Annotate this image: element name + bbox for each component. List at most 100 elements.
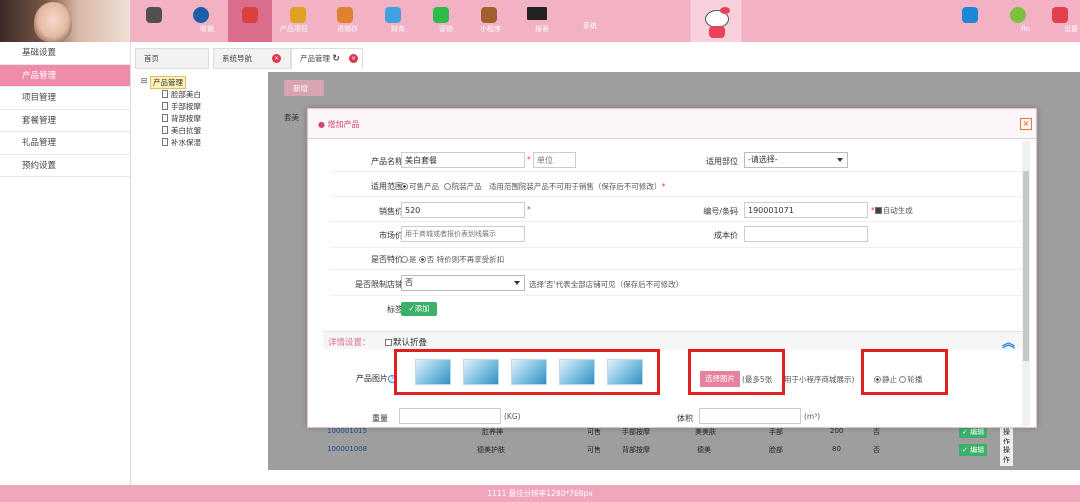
scope-option-salon[interactable]: 院装产品 — [443, 182, 482, 191]
row-edit-button[interactable]: ✓ 编辑 — [959, 444, 988, 456]
refresh-icon[interactable]: ↻ — [332, 54, 340, 64]
nav-settings[interactable]: 设置 — [998, 0, 1078, 42]
highlight-box-images — [394, 349, 660, 395]
dialog-scrollbar[interactable] — [1022, 141, 1030, 426]
scope-hint: 适用范围院装产品不可用于销售（保存后不可修改） — [488, 182, 662, 191]
table-row[interactable]: 100001008 德美护肤 可售 背部按摩 德美 脸部 80 否 ✓ 编辑 操… — [312, 442, 1013, 466]
tree-node-hydration[interactable]: 补水保湿 — [162, 137, 201, 148]
weight-input[interactable] — [399, 408, 501, 424]
marketing-icon — [385, 7, 401, 23]
tree-node-face-whitening[interactable]: 脸部美白 — [162, 89, 201, 100]
nav-logout[interactable]: 退出 — [1040, 0, 1080, 42]
tree-toggle-icon[interactable]: ⊟ — [141, 76, 147, 85]
nav-user[interactable]: fin — [950, 0, 1030, 42]
sidebar-item-basic-settings[interactable]: 基础设置 — [0, 42, 130, 65]
limit-store-hint: 选择'否'代表全部店铺可见（保存后不可修改） — [529, 280, 684, 289]
scope-option-salon-label: 院装产品 — [451, 182, 482, 191]
row-part: 手部 — [769, 428, 783, 436]
nav-marketing[interactable]: 营销 — [373, 0, 453, 42]
tree-node-label: 补水保湿 — [171, 138, 201, 147]
tree-node-label: 背部按摩 — [171, 114, 201, 123]
tree-root-product-management[interactable]: 产品管理 — [150, 76, 186, 89]
report-icon — [481, 7, 497, 23]
required-mark: * — [661, 182, 666, 191]
tab-home[interactable]: 首页 — [135, 48, 209, 69]
weight-label: 重量 — [372, 414, 388, 423]
checkbox-icon — [874, 207, 882, 214]
volume-input[interactable] — [699, 408, 801, 424]
limit-store-select[interactable]: 否 — [401, 275, 525, 291]
avatar-face-image — [34, 2, 72, 42]
row-category: 背部按摩 — [622, 446, 650, 454]
special-option-no[interactable]: 否 — [418, 255, 435, 264]
sale-price-input[interactable] — [401, 202, 525, 218]
unit-input[interactable] — [533, 152, 576, 168]
tree-node-label: 脸部美白 — [171, 90, 201, 99]
special-price-label: 是否特价 — [371, 255, 403, 264]
row-special: 否 — [873, 446, 880, 454]
nav-product-project[interactable]: 产品项目 — [228, 0, 308, 42]
row-category: 手部按摩 — [622, 428, 650, 436]
scope-options: 可售产品 院装产品 适用范围院装产品不可用于销售（保存后不可修改）* — [401, 181, 665, 192]
scope-option-sellable[interactable]: 可售产品 — [401, 182, 439, 191]
product-icon — [242, 7, 258, 23]
tab-system-nav-label: 系统导航 — [222, 54, 252, 63]
cost-price-input[interactable] — [744, 226, 868, 242]
default-collapse-checkbox[interactable]: 默认折叠 — [385, 336, 427, 348]
tree-node-back-massage[interactable]: 背部按摩 — [162, 113, 201, 124]
product-name-input[interactable] — [401, 152, 525, 168]
nav-member[interactable]: 会员 — [181, 0, 261, 42]
tree-node-label: 美白抗皱 — [171, 126, 201, 135]
sidebar-item-gift-management[interactable]: 礼品管理 — [0, 132, 130, 155]
nav-mini-program[interactable]: 小程序 — [421, 0, 501, 42]
row-code: 100001008 — [327, 445, 368, 453]
code-label: 编号/条码 — [703, 207, 738, 216]
special-option-yes[interactable]: 是 — [401, 255, 417, 264]
tab-product-management-close-icon[interactable]: × — [349, 54, 358, 63]
special-option-no-label: 否 — [426, 255, 435, 264]
add-tag-button[interactable]: ✓添加 — [401, 302, 437, 316]
scope-option-sellable-label: 可售产品 — [409, 182, 439, 191]
dialog-header: ● 增加产品 × — [308, 109, 1036, 139]
document-icon — [162, 126, 168, 134]
wechat-icon — [433, 7, 449, 23]
nav-inventory[interactable]: 进销存 — [278, 0, 358, 42]
tab-system-nav-close-icon[interactable]: × — [272, 54, 281, 63]
nav-system[interactable]: 系统 — [517, 0, 597, 42]
nav-finance[interactable]: 财务 — [325, 0, 405, 42]
volume-unit: (m³) — [804, 412, 821, 421]
row-price: 200 — [830, 427, 844, 435]
market-price-input[interactable] — [401, 226, 525, 242]
sidebar-item-appointment-settings[interactable]: 预约设置 — [0, 155, 130, 177]
applicable-part-label: 适用部位 — [706, 157, 738, 166]
applicable-part-select[interactable]: -请选择- — [744, 152, 848, 168]
auto-generate-checkbox[interactable]: * 自动生成 — [871, 205, 913, 216]
document-icon — [162, 102, 168, 110]
special-price-options: 是 否 特价则不再享受折扣 — [401, 254, 504, 265]
member-icon — [193, 7, 209, 23]
row-status: 可售 — [587, 446, 601, 454]
cash-register-icon — [146, 7, 162, 23]
close-icon[interactable]: × — [1020, 118, 1032, 130]
required-mark: * — [527, 155, 531, 164]
row-price: 80 — [832, 445, 841, 453]
add-product-button[interactable]: 新增 — [284, 80, 324, 96]
tree-node-hand-massage[interactable]: 手部按摩 — [162, 101, 201, 112]
scrollbar-thumb[interactable] — [1023, 171, 1029, 361]
tree-node-whitening-anti-wrinkle[interactable]: 美白抗皱 — [162, 125, 201, 136]
kitty-bow — [720, 7, 730, 14]
sidebar-item-project-management[interactable]: 项目管理 — [0, 87, 130, 110]
collapse-up-icon[interactable]: ︽ — [1002, 332, 1015, 351]
sidebar-item-product-management[interactable]: 产品管理 — [0, 64, 130, 87]
tab-product-management-label: 产品管理 — [300, 54, 330, 63]
row-name: 德美护肤 — [477, 446, 505, 454]
row-operate-dropdown[interactable]: 操作 — [1000, 444, 1013, 466]
auto-generate-label: 自动生成 — [882, 206, 913, 215]
sidebar-item-package-management[interactable]: 套餐管理 — [0, 110, 130, 132]
code-input[interactable] — [744, 202, 868, 218]
nav-report[interactable]: 报表 — [469, 0, 549, 42]
volume-label: 体积 — [677, 414, 693, 423]
nav-cashier[interactable]: 收银 — [134, 0, 214, 42]
row-name: 肛养神 — [482, 428, 503, 436]
checkbox-icon — [385, 339, 392, 346]
